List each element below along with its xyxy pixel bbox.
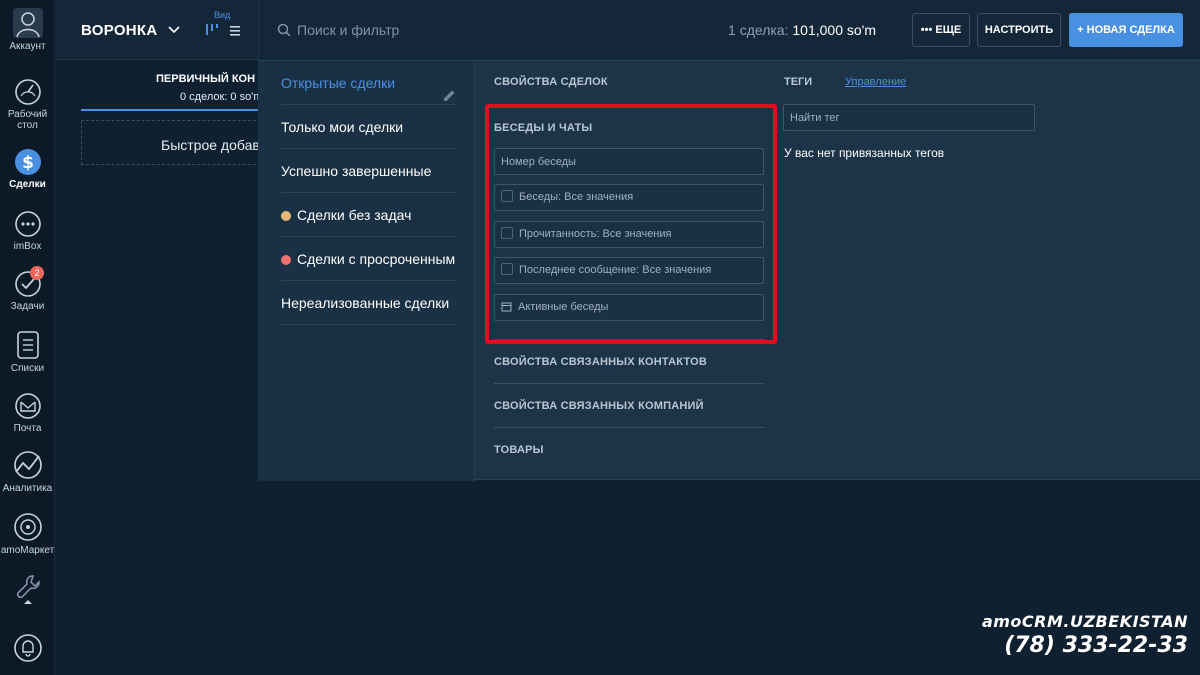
chat-number-input[interactable]: [494, 148, 764, 175]
quick-add-button[interactable]: Быстрое добавле: [81, 120, 261, 165]
filter-presets-list: Открытые сделки Только мои сделки Успешн…: [258, 61, 475, 481]
active-chats-label: Активные беседы: [518, 301, 609, 313]
preset-label: Открытые сделки: [281, 75, 396, 91]
column-subtitle: 0 сделок: 0 so'm: [180, 91, 263, 103]
pipeline-title: ВОРОНКА: [81, 22, 158, 39]
sidebar-item-imbox[interactable]: imBox: [0, 210, 55, 252]
lists-icon: [16, 331, 39, 359]
deals-icon: $: [14, 149, 41, 175]
pipeline-column: ПЕРВИЧНЫЙ КОН 0 сделок: 0 so'm Быстрое д…: [81, 60, 263, 170]
filter-dropdown-panel: Открытые сделки Только мои сделки Успешн…: [258, 60, 1200, 481]
pencil-icon[interactable]: [443, 75, 456, 104]
sidebar-item-mail[interactable]: Почта: [0, 392, 55, 434]
sidebar-item-label: Задачи: [10, 301, 45, 312]
sidebar-item-deals[interactable]: $ Сделки: [0, 148, 55, 190]
sidebar-item-market[interactable]: amoМаркет: [0, 512, 55, 556]
preset-overdue[interactable]: Сделки с просроченным...: [281, 237, 456, 281]
sidebar-item-label: Сделки: [9, 179, 46, 190]
view-label: Вид: [214, 10, 231, 20]
chat-icon: [14, 211, 41, 237]
tag-search-input[interactable]: [783, 104, 1035, 131]
sidebar-item-label: Аккаунт: [9, 41, 46, 52]
pipeline-selector[interactable]: ВОРОНКА: [81, 21, 180, 39]
active-chats-field[interactable]: Активные беседы: [494, 294, 764, 321]
search-filter-bar: 1 сделка: 101,000 so'm: [258, 0, 906, 60]
settings-icon: [16, 575, 40, 604]
tags-title: ТЕГИ: [784, 76, 813, 88]
contacts-properties-section[interactable]: СВОЙСТВА СВЯЗАННЫХ КОНТАКТОВ: [494, 356, 707, 368]
deal-count-text: 1 сделка:: [728, 22, 789, 38]
list-view-icon[interactable]: [229, 24, 241, 42]
sidebar-item-settings[interactable]: [0, 572, 55, 609]
sidebar-item-notifications[interactable]: [0, 633, 55, 666]
search-input[interactable]: [297, 19, 597, 41]
preset-label: Сделки с просроченным...: [297, 251, 456, 267]
more-button[interactable]: ••• ЕЩЕ: [912, 13, 970, 47]
new-deal-button[interactable]: + НОВАЯ СДЕЛКА: [1069, 13, 1183, 47]
sidebar-item-tasks[interactable]: 2 Задачи: [0, 266, 55, 312]
chats-select-label: Беседы: Все значения: [519, 191, 634, 203]
status-dot: [281, 255, 291, 265]
setup-button[interactable]: НАСТРОИТЬ: [977, 13, 1061, 47]
sidebar-item-dashboard[interactable]: Рабочий стол: [0, 78, 55, 131]
sidebar-item-label: imBox: [13, 241, 42, 252]
last-message-label: Последнее сообщение: Все значения: [519, 264, 712, 276]
sidebar-item-label: Списки: [10, 363, 45, 374]
preset-label: Сделки без задач: [297, 207, 412, 223]
no-tags-message: У вас нет привязанных тегов: [784, 146, 945, 160]
brand-phone: (78) 333-22-33: [1004, 633, 1188, 658]
svg-text:$: $: [22, 153, 34, 173]
sidebar-item-lists[interactable]: Списки: [0, 330, 55, 374]
deal-summary: 1 сделка: 101,000 so'm: [728, 22, 876, 38]
market-icon: [13, 513, 42, 541]
sidebar-item-analytics[interactable]: Аналитика: [0, 450, 55, 494]
preset-no-tasks[interactable]: Сделки без задач: [281, 193, 456, 237]
chats-section-title: БЕСЕДЫ И ЧАТЫ: [494, 122, 593, 134]
read-status-select[interactable]: Прочитанность: Все значения: [494, 221, 764, 248]
account-icon: [12, 8, 43, 38]
sidebar-item-label: Рабочий стол: [7, 109, 48, 131]
companies-properties-section[interactable]: СВОЙСТВА СВЯЗАННЫХ КОМПАНИЙ: [494, 400, 704, 412]
preset-lost-deals[interactable]: Нереализованные сделки: [281, 281, 456, 325]
tasks-count-badge: 2: [30, 266, 44, 280]
section-divider: [494, 427, 764, 428]
section-divider: [494, 383, 764, 384]
preset-label: Нереализованные сделки: [281, 295, 450, 311]
top-bar: ВОРОНКА Вид 1 сделка: 101,000 so'm: [56, 0, 1200, 60]
brand-watermark: amoCRM.UZBEKISTAN (78) 333-22-33: [982, 612, 1188, 658]
kanban-view-icon[interactable]: [205, 22, 219, 41]
checkbox-icon: [501, 190, 513, 202]
sidebar-item-label: amoМаркет: [0, 545, 55, 556]
last-message-select[interactable]: Последнее сообщение: Все значения: [494, 257, 764, 284]
status-dot: [281, 211, 291, 221]
brand-name: amoCRM.UZBEKISTAN: [981, 612, 1188, 631]
notifications-icon: [13, 634, 42, 662]
products-section[interactable]: ТОВАРЫ: [494, 444, 544, 456]
checkbox-icon: [501, 263, 513, 275]
preset-label: Только мои сделки: [281, 119, 404, 135]
preset-open-deals[interactable]: Открытые сделки: [281, 61, 456, 105]
preset-label: Успешно завершенные: [281, 163, 432, 179]
column-title: ПЕРВИЧНЫЙ КОН: [156, 73, 256, 85]
checkbox-icon: [501, 227, 513, 239]
deal-amount: 101,000 so'm: [792, 22, 876, 38]
mail-icon: [14, 393, 41, 419]
chevron-down-icon: [168, 21, 180, 38]
sidebar-item-account[interactable]: Аккаунт: [0, 8, 55, 52]
analytics-icon: [13, 451, 42, 479]
read-status-label: Прочитанность: Все значения: [519, 228, 672, 240]
calendar-icon: [501, 297, 512, 320]
deal-properties-section[interactable]: СВОЙСТВА СДЕЛОК: [494, 76, 608, 88]
dashboard-icon: [14, 79, 41, 105]
tags-manage-link[interactable]: Управление: [845, 76, 906, 88]
main-sidebar: Аккаунт Рабочий стол $ Сделки imBox 2 За: [0, 0, 55, 675]
section-divider: [494, 339, 764, 340]
column-status-line: [81, 109, 261, 111]
sidebar-item-label: Аналитика: [2, 483, 53, 494]
search-icon: [277, 23, 291, 42]
preset-won-deals[interactable]: Успешно завершенные: [281, 149, 456, 193]
chats-select[interactable]: Беседы: Все значения: [494, 184, 764, 211]
sidebar-item-label: Почта: [13, 423, 42, 434]
preset-my-deals[interactable]: Только мои сделки: [281, 105, 456, 149]
